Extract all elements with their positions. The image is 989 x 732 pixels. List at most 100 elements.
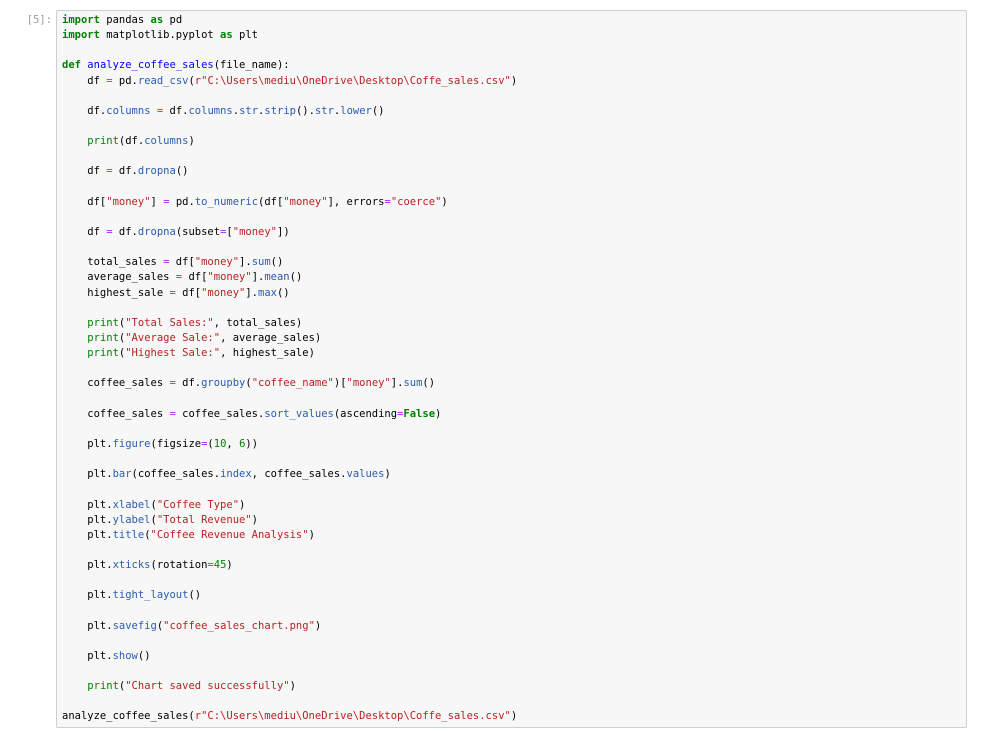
code-token: ylabel (112, 513, 151, 526)
code-token: "coffee_sales_chart.png" (163, 619, 315, 632)
code-token: (subset (175, 225, 221, 238)
code-token: coffee_sales (62, 377, 170, 390)
code-token: df. (112, 225, 138, 238)
code-line: import matplotlib.pyplot as plt (62, 28, 517, 43)
code-token: title (112, 528, 145, 541)
code-token: ) (289, 680, 296, 693)
code-token: plt. (62, 528, 113, 541)
code-token: total_sales (62, 256, 164, 269)
code-token: df. (62, 104, 107, 117)
code-token: plt. (62, 589, 113, 602)
code-line: plt.savefig("coffee_sales_chart.png") (62, 619, 517, 634)
code-token: analyze_coffee_sales( (62, 710, 195, 723)
code-token: average_sales (62, 271, 176, 284)
code-token: () (422, 377, 436, 390)
code-token: str (314, 104, 334, 117)
code-token: (figsize (150, 437, 202, 450)
code-token: "money" (283, 195, 328, 208)
code-token: lower (340, 104, 372, 117)
execution-count-prompt: [5]: (26, 14, 52, 26)
code-line: coffee_sales = df.groupby("coffee_name")… (62, 376, 517, 391)
code-token: ]. (239, 256, 252, 269)
code-token: False (403, 407, 436, 420)
code-token: tight_layout (112, 589, 189, 602)
code-token: (). (295, 104, 315, 117)
code-token: (df. (118, 135, 145, 148)
code-line: df = pd.read_csv(r"C:\Users\mediu\OneDri… (62, 74, 517, 89)
code-line: coffee_sales = coffee_sales.sort_values(… (62, 407, 517, 422)
code-token: df[ (182, 271, 208, 284)
code-token: "money" (106, 195, 151, 208)
code-token: , total_sales) (213, 316, 303, 329)
code-token: pd. (112, 74, 138, 87)
code-token: mean (264, 271, 290, 284)
code-token: "money" (207, 271, 252, 284)
code-token: ) (510, 710, 518, 723)
code-token: pandas (99, 14, 151, 26)
code-cell[interactable]: import pandas as pd import matplotlib.pyp… (56, 10, 967, 728)
code-line: plt.bar(coffee_sales.index, coffee_sales… (62, 467, 517, 482)
code-token: df[ (62, 195, 107, 208)
code-token: ] (150, 195, 164, 208)
code-token: to_numeric (194, 195, 259, 208)
code-token: str (239, 104, 259, 117)
code-token: ) (251, 513, 258, 526)
code-line: df = df.dropna() (62, 164, 517, 179)
code-token: r"C:\Users\mediu\OneDrive\Desktop\Coffe_… (194, 74, 511, 87)
code-token: df (62, 225, 107, 238)
code-token: max (258, 286, 277, 299)
code-token: columns (144, 135, 189, 148)
code-token: plt. (62, 559, 113, 572)
code-token: ) (188, 135, 195, 148)
code-token: coffee_sales. (175, 407, 265, 420)
code-token: r"C:\Users\mediu\OneDrive\Desktop\Coffe_… (194, 710, 511, 723)
code-token: "Highest Sale:" (125, 347, 221, 360)
code-token: pd. (169, 195, 195, 208)
code-token: print (87, 331, 119, 344)
code-token: (coffee_sales. (131, 468, 221, 481)
code-token: () (188, 589, 202, 602)
code-token: values (346, 468, 385, 481)
code-line: plt.ylabel("Total Revenue") (62, 513, 517, 528)
code-line: plt.figure(figsize=(10, 6)) (62, 437, 517, 452)
code-token: coffee_sales (62, 407, 170, 420)
code-token: print (87, 135, 119, 148)
code-line: print("Total Sales:", total_sales) (62, 316, 517, 331)
code-token: ]) (277, 225, 290, 238)
code-token: "coffee_name" (251, 377, 334, 390)
code-editor[interactable]: import pandas as pd import matplotlib.pyp… (62, 13, 517, 725)
code-token: , (226, 437, 240, 450)
code-token: plt. (62, 468, 113, 481)
code-token: analyze_coffee_sales (87, 59, 214, 72)
code-token: ) (314, 619, 322, 632)
code-token: matplotlib.pyplot (99, 29, 221, 42)
code-token: index (220, 468, 252, 481)
code-token: figure (112, 437, 151, 450)
code-token: "Total Sales:" (125, 316, 214, 329)
code-token: plt. (62, 513, 113, 526)
code-token: def (62, 59, 81, 72)
code-token: )[ (333, 377, 347, 390)
code-line: df = df.dropna(subset=["money"]) (62, 225, 517, 240)
code-token: () (270, 256, 284, 269)
code-token: )) (245, 437, 259, 450)
code-token: () (276, 286, 290, 299)
code-token: pd (163, 14, 183, 26)
code-token: columns (106, 104, 151, 117)
code-token: (rotation (150, 559, 208, 572)
code-token: () (175, 165, 189, 178)
code-token: sum (251, 256, 271, 269)
